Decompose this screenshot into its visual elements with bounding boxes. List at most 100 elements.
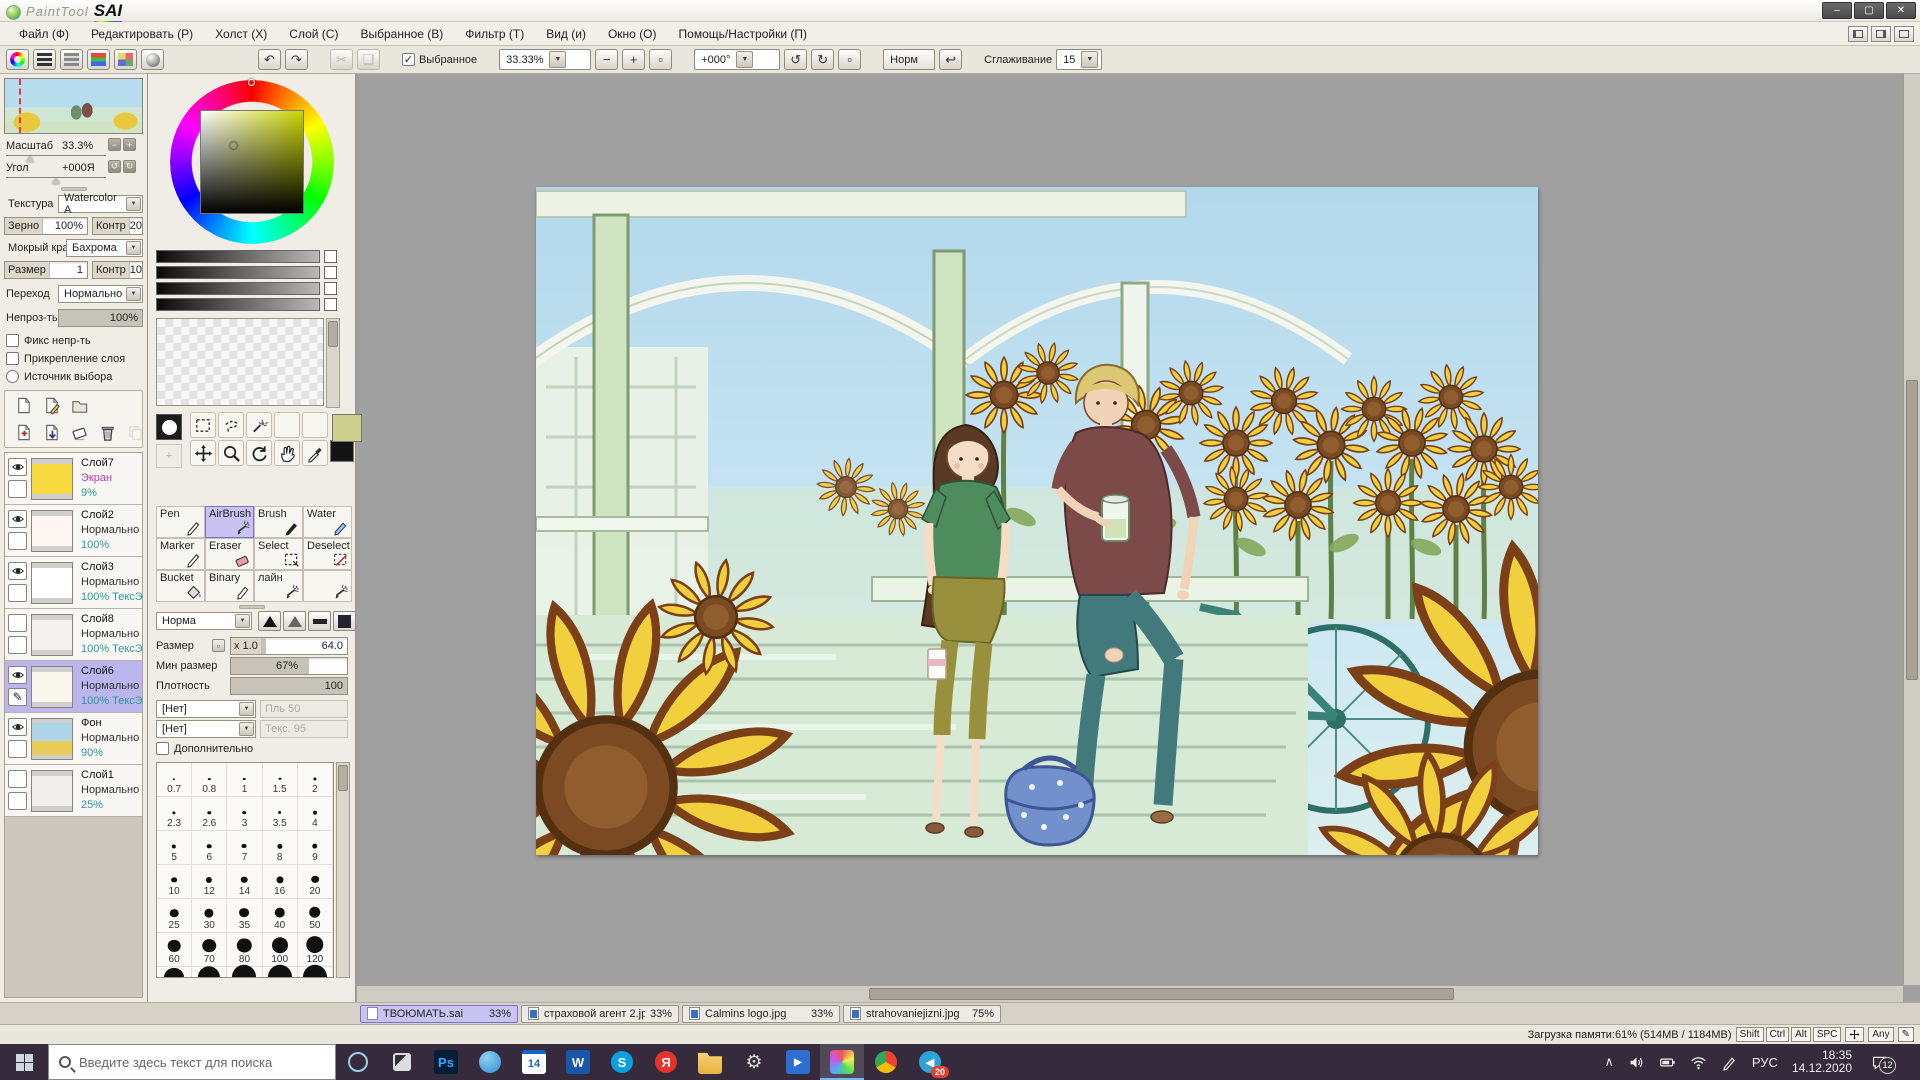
brush-size-3[interactable]: 3 xyxy=(227,797,262,831)
brush-size-60[interactable]: 60 xyxy=(157,933,192,967)
layout-right-button[interactable] xyxy=(1871,26,1891,42)
document-tab[interactable]: ТВОЮМАТЬ.sai 33% xyxy=(360,1005,518,1023)
brush-size-10[interactable]: 10 xyxy=(157,865,192,899)
rotate-reset-button[interactable]: ▫ xyxy=(838,49,861,70)
merge-down-button[interactable] xyxy=(39,421,63,443)
taskbar-search-input[interactable]: Введите здесь текст для поиска xyxy=(48,1044,336,1080)
rotation-angle-dropdown[interactable]: +000°▼ xyxy=(694,49,780,70)
battery-icon[interactable] xyxy=(1659,1054,1676,1071)
texture-contrast-slider[interactable]: Контр20 xyxy=(92,217,143,235)
color-mixer-panel-button[interactable] xyxy=(87,49,110,70)
layer-lock-toggle[interactable]: ✎ xyxy=(8,688,27,706)
maximize-button[interactable]: ▢ xyxy=(1854,2,1884,19)
mix-slider-1[interactable] xyxy=(156,250,320,263)
taskbar-app-file-explorer[interactable] xyxy=(688,1044,732,1080)
layer-visibility-toggle[interactable] xyxy=(8,666,27,684)
brush-size-20[interactable]: 20 xyxy=(298,865,333,899)
tray-expand-chevron-icon[interactable]: ∧ xyxy=(1604,1054,1614,1070)
radio-icon[interactable] xyxy=(6,370,19,383)
layer-visibility-toggle[interactable] xyxy=(8,614,27,632)
redo-button[interactable]: ↷ xyxy=(285,49,308,70)
cut-selection-button[interactable]: ✂ xyxy=(330,49,353,70)
menu-item-6[interactable]: Вид (и) xyxy=(535,23,597,45)
tool-Water[interactable]: Water xyxy=(303,506,352,538)
wet-size-slider[interactable]: Размер1 xyxy=(4,261,88,279)
taskbar-app-photoshop[interactable]: Ps xyxy=(424,1044,468,1080)
close-button[interactable]: ✕ xyxy=(1886,2,1916,19)
brush-size-4[interactable]: 4 xyxy=(298,797,333,831)
option-fix-opacity[interactable]: Фикс непр-ть xyxy=(6,334,91,347)
hue-marker-icon[interactable] xyxy=(248,79,255,86)
layer-row-Слой1[interactable]: Слой1 Нормально 25% xyxy=(5,765,142,817)
brush-texture-slot1-dropdown[interactable]: [Нет]▼ xyxy=(156,700,256,718)
new-folder-button[interactable] xyxy=(67,394,91,416)
undo-button[interactable]: ↶ xyxy=(258,49,281,70)
tool-Brush[interactable]: Brush xyxy=(254,506,303,538)
layer-row-Слой7[interactable]: Слой7 Экран 9% xyxy=(5,453,142,505)
mix-swatch-1[interactable] xyxy=(324,250,337,263)
artwork-canvas[interactable] xyxy=(536,187,1538,855)
taskbar-app-app-blue[interactable] xyxy=(468,1044,512,1080)
chevron-down-icon[interactable]: ▼ xyxy=(126,197,141,211)
layer-lock-toggle[interactable] xyxy=(8,740,27,758)
mix-swatch-4[interactable] xyxy=(324,298,337,311)
brush-texture-slot2-dropdown[interactable]: [Нет]▼ xyxy=(156,720,256,738)
empty-tool-slot[interactable] xyxy=(274,412,300,438)
tool-Select[interactable]: Select xyxy=(254,538,303,570)
canvas-vertical-scrollbar[interactable] xyxy=(1903,74,1920,985)
brush-size-3.5[interactable]: 3.5 xyxy=(263,797,298,831)
layer-thumbnail[interactable] xyxy=(31,458,73,500)
rotate-tool[interactable] xyxy=(246,440,272,466)
brush-size-350[interactable]: 350 xyxy=(298,967,333,978)
brush-size-30[interactable]: 30 xyxy=(192,899,227,933)
mix-swatch-2[interactable] xyxy=(324,266,337,279)
brush-size-2.6[interactable]: 2.6 xyxy=(192,797,227,831)
density-slider[interactable]: 100 xyxy=(230,677,348,695)
minimize-button[interactable]: – xyxy=(1822,2,1852,19)
document-tab[interactable]: Calmins logo.jpg 33% xyxy=(682,1005,840,1023)
volume-icon[interactable] xyxy=(1628,1054,1645,1071)
chevron-down-icon[interactable]: ▼ xyxy=(736,51,753,68)
layout-left-button[interactable] xyxy=(1848,26,1868,42)
wifi-icon[interactable] xyxy=(1690,1054,1707,1071)
chevron-down-icon[interactable]: ▼ xyxy=(1081,51,1098,68)
brush-size-80[interactable]: 80 xyxy=(227,933,262,967)
brush-size-slider[interactable]: x 1.064.0 xyxy=(230,637,348,655)
new-layer-button[interactable] xyxy=(11,394,35,416)
zoom-in-button[interactable]: + xyxy=(622,49,645,70)
tool-Bucket[interactable]: Bucket xyxy=(156,570,205,602)
tool-Eraser[interactable]: Eraser xyxy=(205,538,254,570)
notification-center-button[interactable]: 12 xyxy=(1866,1054,1892,1071)
document-tab[interactable]: strahovaniejizni.jpg 75% xyxy=(843,1005,1001,1023)
layer-lock-toggle[interactable] xyxy=(8,480,27,498)
selection-visible-checkbox[interactable]: ✓ xyxy=(402,53,415,66)
brush-blend-mode-dropdown[interactable]: Норма▼ xyxy=(156,612,252,630)
menu-item-8[interactable]: Помощь/Настройки (П) xyxy=(668,23,818,45)
start-button[interactable] xyxy=(0,1044,48,1080)
tool-Deselect[interactable]: Deselect xyxy=(303,538,352,570)
layer-lock-toggle[interactable] xyxy=(8,532,27,550)
taskbar-app-task-view[interactable] xyxy=(380,1044,424,1080)
brush-size-250[interactable]: 250 xyxy=(227,967,262,978)
wet-contrast-slider[interactable]: Контр100 xyxy=(92,261,143,279)
layer-thumbnail[interactable] xyxy=(31,562,73,604)
delete-layer-button[interactable] xyxy=(95,421,119,443)
flip-view-button[interactable]: ↩ xyxy=(939,49,962,70)
brush-size-300[interactable]: 300 xyxy=(263,967,298,978)
canvas-horizontal-scrollbar[interactable] xyxy=(357,985,1903,1002)
menu-item-0[interactable]: Файл (Ф) xyxy=(8,23,80,45)
sv-marker-icon[interactable] xyxy=(230,142,237,149)
primary-color-swatch[interactable] xyxy=(332,414,362,442)
rgb-slider-panel-button[interactable] xyxy=(33,49,56,70)
chevron-down-icon[interactable]: ▼ xyxy=(239,702,254,716)
panel-divider[interactable] xyxy=(4,186,143,191)
scale-slider[interactable] xyxy=(6,155,106,156)
size-unit-button[interactable]: ▫ xyxy=(212,639,225,652)
chevron-down-icon[interactable]: ▼ xyxy=(235,614,250,628)
eyedropper-tool[interactable] xyxy=(302,440,328,466)
brush-size-2.3[interactable]: 2.3 xyxy=(157,797,192,831)
color-wheel-panel-button[interactable] xyxy=(6,49,29,70)
layer-visibility-toggle[interactable] xyxy=(8,770,27,788)
layer-row-Фон[interactable]: Фон Нормально 90% xyxy=(5,713,142,765)
checkbox-icon[interactable] xyxy=(6,334,19,347)
